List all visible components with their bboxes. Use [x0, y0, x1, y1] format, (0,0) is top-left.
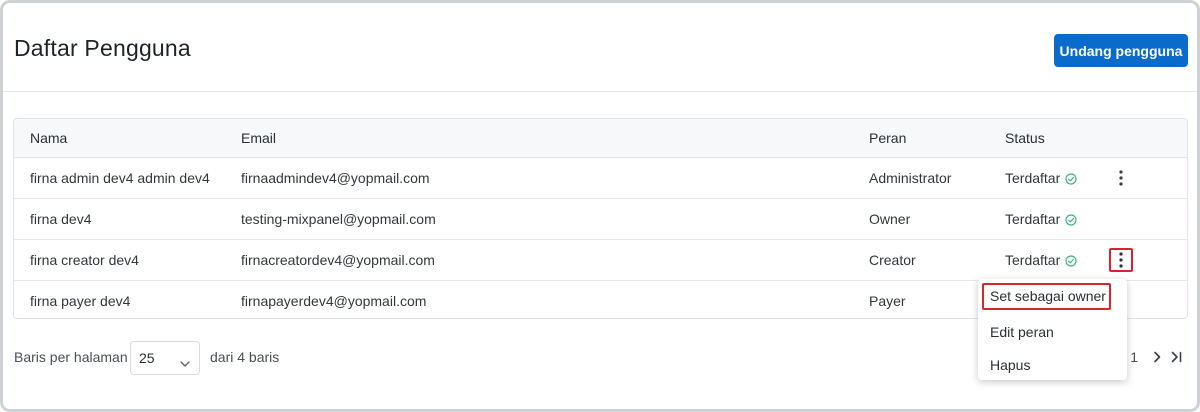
page-title: Daftar Pengguna	[14, 35, 191, 61]
status-badge: Terdaftar	[1005, 252, 1077, 268]
menu-item-delete[interactable]: Hapus	[978, 349, 1127, 382]
status-badge: Terdaftar	[1005, 211, 1077, 227]
user-status-cell: Terdaftar	[989, 157, 1093, 199]
chevron-right-icon	[1154, 351, 1161, 363]
status-text: Terdaftar	[1005, 211, 1061, 227]
column-header-status: Status	[989, 119, 1093, 158]
rows-count-label: dari 4 baris	[210, 349, 280, 365]
user-name: firna creator dev4	[14, 239, 225, 281]
table-row: firna creator dev4 firnacreatordev4@yopm…	[14, 239, 1187, 281]
menu-item-edit-role[interactable]: Edit peran	[978, 316, 1127, 349]
table-row: firna dev4 testing-mixpanel@yopmail.com …	[14, 198, 1187, 240]
page-header: Daftar Pengguna Undang pengguna	[3, 3, 1197, 92]
user-name: firna admin dev4 admin dev4	[14, 157, 225, 199]
column-header-actions	[1093, 119, 1187, 158]
rows-per-page-label: Baris per halaman	[14, 349, 128, 365]
row-actions-cell	[1093, 157, 1187, 199]
current-page-number: 1	[1130, 349, 1138, 365]
app-window: Daftar Pengguna Undang pengguna Nama Ema…	[0, 0, 1200, 412]
kebab-menu-icon	[1119, 170, 1123, 186]
user-role: Payer	[869, 293, 906, 309]
row-actions-button-active[interactable]	[1109, 248, 1133, 272]
user-name: firna payer dev4	[30, 293, 131, 309]
row-actions-menu: Set sebagai owner Edit peran Hapus	[978, 279, 1127, 380]
next-page-button[interactable]	[1150, 349, 1164, 365]
user-email: firnacreatordev4@yopmail.com	[225, 239, 853, 281]
row-actions-button[interactable]	[1109, 166, 1133, 190]
rows-per-page-value: 25	[139, 350, 155, 366]
kebab-menu-icon	[1119, 252, 1123, 268]
user-email: testing-mixpanel@yopmail.com	[225, 198, 853, 240]
table-header-row: Nama Email Peran Status	[14, 119, 1187, 158]
row-actions-cell	[1093, 198, 1187, 240]
check-circle-icon	[1065, 213, 1077, 226]
check-circle-icon	[1065, 172, 1077, 185]
check-circle-icon	[1065, 254, 1077, 267]
user-status-cell: Terdaftar	[989, 198, 1093, 240]
status-text: Terdaftar	[1005, 170, 1061, 186]
table-row: firna admin dev4 admin dev4 firnaadminde…	[14, 157, 1187, 199]
column-header-role: Peran	[853, 119, 989, 158]
last-page-button[interactable]	[1170, 349, 1184, 365]
column-header-email: Email	[225, 119, 853, 158]
user-status-cell: Terdaftar	[989, 239, 1093, 281]
column-header-name: Nama	[14, 119, 225, 158]
invite-user-button[interactable]: Undang pengguna	[1054, 34, 1188, 67]
user-role: Creator	[853, 239, 989, 281]
row-actions-cell	[1093, 239, 1187, 281]
user-role: Administrator	[853, 157, 989, 199]
user-role: Owner	[853, 198, 989, 240]
chevron-down-icon	[180, 354, 190, 370]
user-name: firna dev4	[14, 198, 225, 240]
menu-item-set-owner[interactable]: Set sebagai owner	[982, 283, 1111, 310]
user-email: firnaadmindev4@yopmail.com	[225, 157, 853, 199]
status-text: Terdaftar	[1005, 252, 1061, 268]
rows-per-page-select[interactable]: 25	[130, 341, 200, 375]
last-page-icon	[1171, 351, 1182, 363]
status-badge: Terdaftar	[1005, 170, 1077, 186]
user-email: firnapayerdev4@yopmail.com	[241, 293, 427, 309]
